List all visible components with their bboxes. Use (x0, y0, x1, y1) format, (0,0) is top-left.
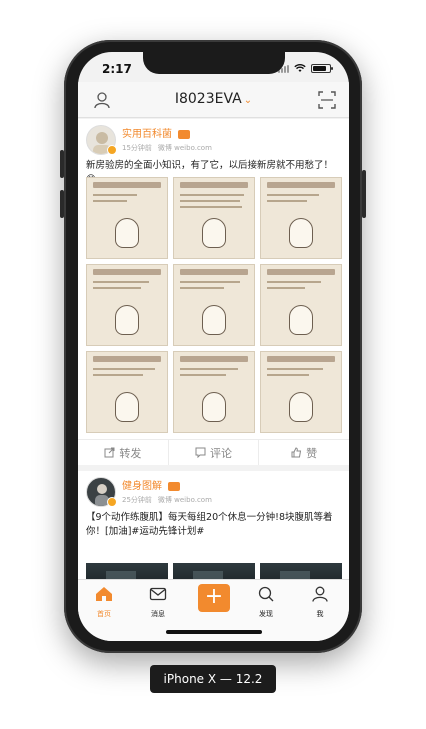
tab-discover[interactable]: 发现 (246, 586, 286, 619)
post-image[interactable] (260, 264, 342, 346)
post-image[interactable] (173, 563, 255, 579)
tab-label: 首页 (97, 610, 111, 618)
nav-title[interactable]: I8023EVA ⌄ (78, 91, 349, 107)
volume-down-button (60, 190, 64, 218)
post-card[interactable]: 实用百科菌 15分钟前 微博 weibo.com 新房验房的全面小知识，有了它，以… (78, 119, 349, 465)
chevron-down-icon: ⌄ (243, 95, 253, 106)
wifi-icon (294, 64, 306, 72)
post-image[interactable] (86, 351, 168, 433)
post-meta: 25分钟前 微博 weibo.com (122, 495, 212, 505)
post-image[interactable] (173, 264, 255, 346)
verified-badge-icon (107, 497, 117, 507)
image-grid (86, 177, 342, 433)
image-grid (86, 563, 342, 579)
thumbs-up-icon (291, 447, 302, 458)
power-button (362, 170, 366, 218)
post-time: 25分钟前 (122, 496, 152, 504)
post-image[interactable] (86, 264, 168, 346)
search-icon (258, 586, 274, 602)
tab-home[interactable]: 首页 (84, 586, 124, 619)
feed[interactable]: 实用百科菌 15分钟前 微博 weibo.com 新房验房的全面小知识，有了它，以… (78, 119, 349, 579)
nav-title-text: I8023EVA (174, 91, 242, 107)
repost-icon (104, 447, 115, 458)
home-icon (96, 587, 112, 601)
post-image[interactable] (260, 351, 342, 433)
post-image[interactable] (173, 177, 255, 259)
tab-me[interactable]: 我 (300, 586, 340, 619)
comment-icon (195, 447, 206, 458)
post-image[interactable] (260, 177, 342, 259)
volume-up-button (60, 150, 64, 178)
phone-screen: 2:17 I8023EVA ⌄ 实用百科菌 15分钟前 微博 weibo.com… (78, 52, 349, 641)
tab-label: 发现 (259, 610, 273, 618)
status-icons (278, 64, 333, 73)
post-image[interactable] (173, 351, 255, 433)
home-indicator (166, 630, 262, 634)
post-actions: 转发 评论 赞 (78, 439, 349, 465)
verified-badge-icon (107, 145, 117, 155)
repost-label: 转发 (119, 446, 142, 460)
like-button[interactable]: 赞 (259, 440, 349, 465)
post-meta: 15分钟前 微博 weibo.com (122, 143, 212, 153)
author-name: 健身图解 (122, 481, 162, 492)
post-image[interactable] (260, 563, 342, 579)
repost-button[interactable]: 转发 (78, 440, 169, 465)
author-name: 实用百科菌 (122, 129, 172, 140)
message-icon (149, 587, 167, 601)
post-image[interactable] (86, 177, 168, 259)
plus-icon: + (204, 584, 224, 609)
nav-bar: I8023EVA ⌄ (78, 82, 349, 118)
notch (143, 52, 285, 74)
tab-label: 消息 (151, 610, 165, 618)
scan-icon[interactable] (317, 90, 337, 110)
vip-icon (168, 481, 180, 491)
battery-icon (311, 64, 333, 73)
post-image[interactable] (86, 563, 168, 579)
comment-button[interactable]: 评论 (169, 440, 260, 465)
like-label: 赞 (306, 446, 318, 460)
compose-button[interactable]: + (198, 584, 230, 612)
post-source: 微博 weibo.com (157, 496, 212, 504)
post-author[interactable]: 实用百科菌 (122, 125, 190, 140)
post-card[interactable]: 健身图解 25分钟前 微博 weibo.com 【9个动作练腹肌】每天每组20个休… (78, 471, 349, 579)
person-icon (312, 586, 328, 602)
comment-label: 评论 (210, 446, 232, 460)
post-text[interactable]: 【9个动作练腹肌】每天每组20个休息一分钟!8块腹肌等着你！[加油]#运动先锋计… (86, 511, 341, 539)
post-time: 15分钟前 (122, 144, 152, 152)
status-time: 2:17 (102, 62, 132, 76)
post-author[interactable]: 健身图解 (122, 477, 180, 492)
vip-icon (178, 129, 190, 139)
device-caption: iPhone X — 12.2 (150, 665, 276, 693)
tab-bar: 首页 消息 + 发现 我 (78, 579, 349, 641)
post-source: 微博 weibo.com (157, 144, 212, 152)
tab-messages[interactable]: 消息 (138, 586, 178, 619)
tab-label: 我 (316, 610, 324, 618)
